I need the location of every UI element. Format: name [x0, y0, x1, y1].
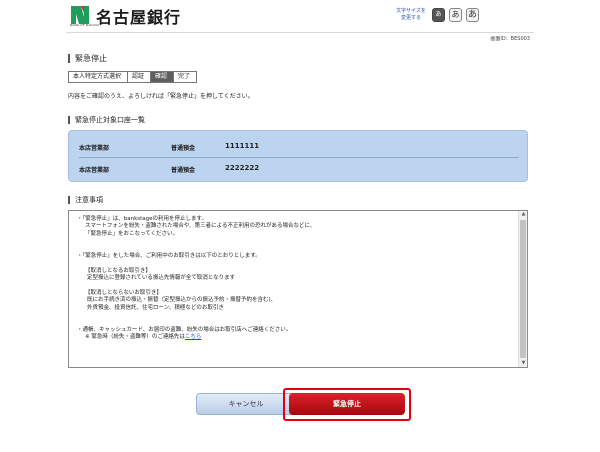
header-divider [66, 32, 534, 33]
page-title: 緊急停止 [68, 54, 107, 63]
step-indicator: 本人特定方式選択 認証 確認 完了 [68, 71, 198, 83]
accounts-section-title: 緊急停止対象口座一覧 [68, 116, 145, 124]
account-type: 普通預金 [171, 145, 196, 152]
account-row-divider [79, 157, 519, 158]
account-type: 普通預金 [171, 167, 196, 174]
cancel-button[interactable]: キャンセル [196, 393, 296, 415]
account-list: 本店営業部 普通預金 1111111 本店営業部 普通預金 2222222 [68, 130, 528, 182]
account-branch: 本店営業部 [79, 145, 110, 152]
notes-line: スマートフォンを紛失・盗難された場合や、第三者による不正利用の恐れがある場合など… [85, 223, 316, 230]
account-row: 本店営業部 普通預金 2222222 [79, 160, 519, 176]
account-number: 2222222 [225, 164, 260, 172]
step-3-active: 確認 [150, 71, 174, 83]
notes-line: 既にお手続き済の振込・振替（定型振込からの振込予約・振替予約を含む)、 [87, 297, 277, 304]
notes-section-title: 注意事項 [68, 196, 103, 204]
notes-content: ・「緊急停止」は、bankstageの利用を停止します。 スマートフォンを紛失・… [77, 216, 509, 342]
screen-id: 画面ID：BES003 [490, 36, 530, 42]
account-branch: 本店営業部 [79, 167, 110, 174]
notes-scrollbar[interactable]: ▲ ▼ [518, 211, 527, 367]
notes-line: ※ 緊急時（紛失・盗難等）のご連絡先はこちら [85, 334, 202, 341]
scroll-up-icon[interactable]: ▲ [520, 211, 527, 218]
font-size-large-button[interactable]: あ [466, 8, 479, 22]
account-number: 1111111 [225, 142, 260, 150]
instruction-text: 内容をご確認のうえ、よろしければ「緊急停止」を押してください。 [68, 93, 254, 100]
notes-scroll-box[interactable]: ・「緊急停止」は、bankstageの利用を停止します。 スマートフォンを紛失・… [68, 210, 528, 368]
fontsize-label: 文字サイズを 変更する [396, 8, 426, 21]
notes-line: 定型振込に登録されている振込先情報が全て取消となります [87, 275, 236, 282]
notes-line: ・「緊急停止」をした場合、ご利用中のお取引きは以下のとおりとします。 [77, 252, 261, 259]
contact-link[interactable]: こちら [185, 334, 202, 340]
account-row: 本店営業部 普通預金 1111111 [79, 138, 519, 154]
step-1: 本人特定方式選択 [68, 71, 128, 83]
step-4: 完了 [173, 71, 198, 83]
emergency-stop-button[interactable]: 緊急停止 [289, 393, 405, 415]
notes-line: 外貨預金、投資信託、住宅ローン、積極などのお取引き [87, 304, 224, 311]
scroll-thumb[interactable] [520, 220, 526, 358]
font-size-small-button[interactable]: あ [432, 8, 445, 22]
header: BANK OF NAGOYA 名古屋銀行 文字サイズを 変更する あ あ あ [0, 0, 600, 30]
font-size-medium-button[interactable]: あ [449, 8, 462, 22]
bank-name: 名古屋銀行 [96, 8, 182, 27]
notes-line: 「緊急停止」をおこなってください。 [85, 230, 179, 237]
scroll-down-icon[interactable]: ▼ [520, 360, 527, 367]
step-2: 認証 [127, 71, 151, 83]
